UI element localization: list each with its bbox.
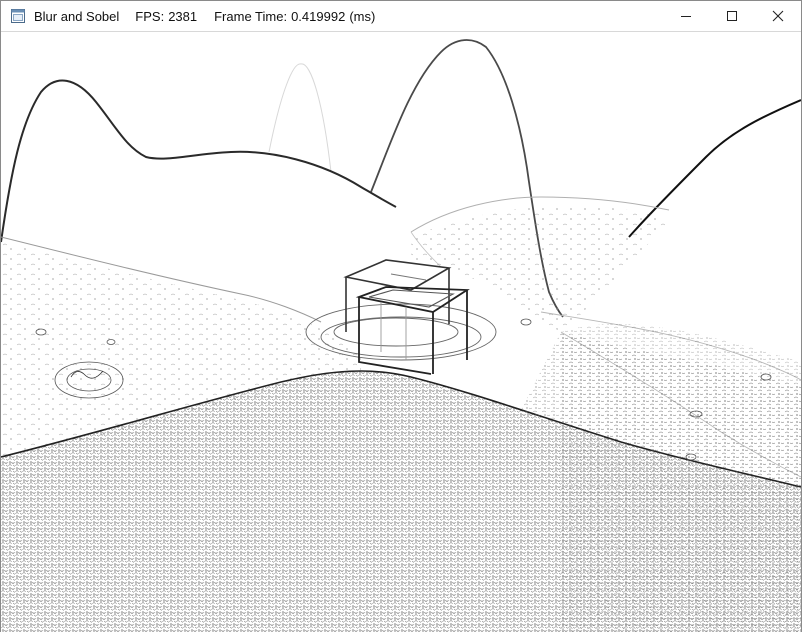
app-window-icon xyxy=(10,8,26,24)
fps-label: FPS: xyxy=(135,8,165,24)
window-title: Blur and Sobel xyxy=(34,8,120,24)
app-window: Blur and Sobel FPS: 2381 Frame Time: 0.4… xyxy=(0,0,802,632)
fps-value: 2381 xyxy=(168,8,198,24)
render-viewport[interactable] xyxy=(1,31,801,632)
close-button[interactable] xyxy=(755,1,801,31)
maximize-icon xyxy=(727,11,737,21)
maximize-button[interactable] xyxy=(709,1,755,31)
frame-time-label: Frame Time: xyxy=(214,8,288,24)
title-bar[interactable]: Blur and Sobel FPS: 2381 Frame Time: 0.4… xyxy=(1,1,801,31)
frame-time-unit: (ms) xyxy=(349,8,376,24)
sobel-edge-scene xyxy=(1,32,801,632)
close-icon xyxy=(772,10,784,22)
minimize-icon xyxy=(681,16,691,17)
caption-buttons xyxy=(663,1,801,31)
minimize-button[interactable] xyxy=(663,1,709,31)
frame-time-value: 0.419992 xyxy=(291,8,346,24)
